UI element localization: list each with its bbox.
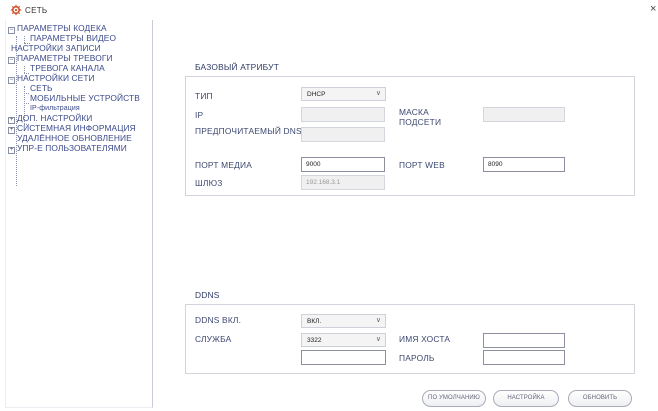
tree-item-video-params[interactable]: ПАРАМЕТРЫ ВИДЕО bbox=[30, 33, 116, 43]
ddns-enabled-label: DDNS ВКЛ. bbox=[195, 315, 242, 325]
service-select[interactable]: 3322 ∨ bbox=[301, 333, 386, 347]
tree-connector bbox=[24, 36, 25, 43]
hostname-label: ИМЯ ХОСТА bbox=[399, 334, 451, 344]
tree-item-label: НАСТРОЙКИ СЕТИ bbox=[17, 73, 95, 83]
tree-item-label: СИСТЕМНАЯ ИНФОРМАЦИЯ bbox=[17, 123, 136, 133]
ddns-enabled-select[interactable]: ВКЛ. ∨ bbox=[301, 314, 386, 328]
tree-item-channel-alarm[interactable]: ТРЕВОГА КАНАЛА bbox=[30, 63, 105, 73]
ddns-extra-field[interactable] bbox=[301, 350, 386, 365]
gateway-field[interactable]: 192.168.3.1 bbox=[301, 175, 385, 190]
tree-item-record-settings[interactable]: НАСТРОЙКИ ЗАПИСИ bbox=[11, 43, 101, 53]
type-select[interactable]: DHCP ∨ bbox=[301, 87, 386, 101]
subnet-mask-field[interactable] bbox=[483, 107, 565, 122]
service-label: СЛУЖБА bbox=[195, 334, 232, 344]
tree-item-mobile-devices[interactable]: МОБИЛЬНЫЕ УСТРОЙСТВ bbox=[30, 93, 140, 103]
tree-item-label: ПАРАМЕТРЫ КОДЕКА bbox=[17, 23, 107, 33]
close-icon[interactable]: × bbox=[650, 3, 656, 15]
tree-connector bbox=[24, 66, 25, 73]
tree-item-label: УДАЛЁННОЕ ОБНОВЛЕНИЕ bbox=[17, 133, 132, 143]
tree-item-network[interactable]: СЕТЬ bbox=[30, 83, 53, 93]
collapse-toggle-icon[interactable]: − bbox=[8, 77, 15, 84]
chevron-down-icon: ∨ bbox=[375, 336, 381, 343]
type-label: ТИП bbox=[195, 91, 213, 101]
tree-connector bbox=[24, 93, 29, 94]
chevron-down-icon: ∨ bbox=[375, 317, 381, 324]
tree-item-label: ПАРАМЕТРЫ ТРЕВОГИ bbox=[17, 53, 113, 63]
ip-label: IP bbox=[195, 110, 204, 120]
gear-wrench-icon bbox=[10, 4, 22, 16]
settings-button[interactable]: НАСТРОЙКА bbox=[493, 390, 559, 407]
chevron-down-icon: ∨ bbox=[375, 90, 381, 97]
ddns-title: DDNS bbox=[195, 290, 220, 300]
tree-item-label: НАСТРОЙКИ ЗАПИСИ bbox=[11, 43, 101, 53]
collapse-toggle-icon[interactable]: − bbox=[8, 57, 15, 64]
media-port-label: ПОРТ МЕДИА bbox=[195, 160, 253, 170]
tree-item-label: МОБИЛЬНЫЕ УСТРОЙСТВ bbox=[30, 93, 140, 103]
subnet-mask-label: МАСКА ПОДСЕТИ bbox=[399, 107, 442, 127]
hostname-field[interactable] bbox=[483, 333, 565, 348]
default-button[interactable]: ПО УМОЛЧАНИЮ bbox=[422, 390, 486, 407]
tree-item-label: УПР-Е ПОЛЬЗОВАТЕЛЯМИ bbox=[17, 143, 127, 153]
collapse-toggle-icon[interactable]: − bbox=[8, 27, 15, 34]
settings-tree: − ПАРАМЕТРЫ КОДЕКА ПАРАМЕТРЫ ВИДЕО НАСТРО… bbox=[5, 20, 153, 408]
web-port-label: ПОРТ WEB bbox=[399, 160, 445, 170]
tree-item-label: IP-фильтрация bbox=[30, 105, 80, 112]
tree-item-label: ПАРАМЕТРЫ ВИДЕО bbox=[30, 33, 117, 43]
ddns-enabled-value: ВКЛ. bbox=[307, 318, 322, 325]
type-select-value: DHCP bbox=[307, 91, 326, 98]
preferred-dns-field[interactable] bbox=[301, 127, 385, 142]
tree-item-label: ТРЕВОГА КАНАЛА bbox=[30, 63, 105, 73]
window-title: СЕТЬ bbox=[25, 6, 48, 15]
tree-item-label: СЕТЬ bbox=[30, 83, 53, 93]
tree-item-label: ДОП. НАСТРОЙКИ bbox=[17, 113, 93, 123]
refresh-button[interactable]: ОБНОВИТЬ bbox=[568, 390, 632, 407]
ip-field[interactable] bbox=[301, 107, 385, 122]
password-label: ПАРОЛЬ bbox=[399, 353, 435, 363]
service-select-value: 3322 bbox=[307, 337, 322, 344]
media-port-field[interactable]: 9000 bbox=[301, 157, 385, 172]
preferred-dns-label: ПРЕДПОЧИТАЕМЫЙ DNS bbox=[195, 126, 302, 136]
tree-connector bbox=[24, 103, 29, 104]
expand-toggle-icon[interactable]: + bbox=[8, 127, 15, 134]
tree-item-remote-update[interactable]: УДАЛЁННОЕ ОБНОВЛЕНИЕ bbox=[17, 133, 132, 143]
basic-attribute-group bbox=[185, 76, 635, 196]
tree-item-user-management[interactable]: + УПР-Е ПОЛЬЗОВАТЕЛЯМИ bbox=[8, 143, 127, 154]
password-field[interactable] bbox=[483, 350, 565, 365]
web-port-field[interactable]: 8090 bbox=[483, 157, 565, 172]
title-bar: СЕТЬ × bbox=[0, 0, 658, 20]
basic-attribute-title: БАЗОВЫЙ АТРИБУТ bbox=[195, 62, 280, 72]
expand-toggle-icon[interactable]: + bbox=[8, 147, 15, 154]
gateway-label: ШЛЮЗ bbox=[195, 178, 223, 188]
